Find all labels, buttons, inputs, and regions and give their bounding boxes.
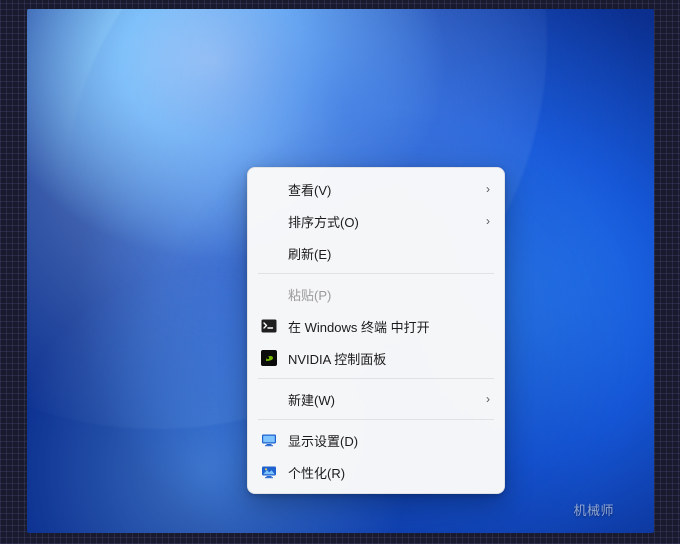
menu-item-new[interactable]: 新建(W) ›	[252, 383, 500, 415]
display-settings-icon	[260, 431, 278, 449]
blank-icon	[260, 180, 278, 198]
menu-label: 在 Windows 终端 中打开	[288, 317, 490, 336]
nvidia-icon	[260, 349, 278, 367]
menu-label: 刷新(E)	[288, 244, 490, 263]
chevron-right-icon: ›	[486, 392, 490, 406]
menu-item-refresh[interactable]: 刷新(E)	[252, 237, 500, 269]
menu-label: NVIDIA 控制面板	[288, 349, 490, 368]
menu-label: 显示设置(D)	[288, 431, 490, 450]
personalize-icon	[260, 463, 278, 481]
menu-item-sort[interactable]: 排序方式(O) ›	[252, 205, 500, 237]
menu-label: 个性化(R)	[288, 463, 490, 482]
menu-label: 新建(W)	[288, 390, 476, 409]
menu-label: 粘贴(P)	[288, 285, 490, 304]
menu-item-paste: 粘贴(P)	[252, 278, 500, 310]
outer-frame: 查看(V) › 排序方式(O) › 刷新(E) 粘贴(P)	[0, 0, 680, 544]
menu-label: 排序方式(O)	[288, 212, 476, 231]
menu-item-view[interactable]: 查看(V) ›	[252, 173, 500, 205]
desktop-background[interactable]: 查看(V) › 排序方式(O) › 刷新(E) 粘贴(P)	[27, 9, 654, 533]
menu-item-personalize[interactable]: 个性化(R)	[252, 456, 500, 488]
menu-separator	[258, 273, 494, 274]
terminal-icon	[260, 317, 278, 335]
menu-label: 查看(V)	[288, 180, 476, 199]
blank-icon	[260, 212, 278, 230]
menu-item-display-settings[interactable]: 显示设置(D)	[252, 424, 500, 456]
menu-item-nvidia-control-panel[interactable]: NVIDIA 控制面板	[252, 342, 500, 374]
chevron-right-icon: ›	[486, 214, 490, 228]
menu-item-open-in-terminal[interactable]: 在 Windows 终端 中打开	[252, 310, 500, 342]
menu-separator	[258, 378, 494, 379]
watermark-text: 机械师	[573, 500, 614, 519]
blank-icon	[260, 244, 278, 262]
desktop-context-menu: 查看(V) › 排序方式(O) › 刷新(E) 粘贴(P)	[247, 167, 505, 494]
chevron-right-icon: ›	[486, 182, 490, 196]
menu-separator	[258, 419, 494, 420]
blank-icon	[260, 390, 278, 408]
blank-icon	[260, 285, 278, 303]
